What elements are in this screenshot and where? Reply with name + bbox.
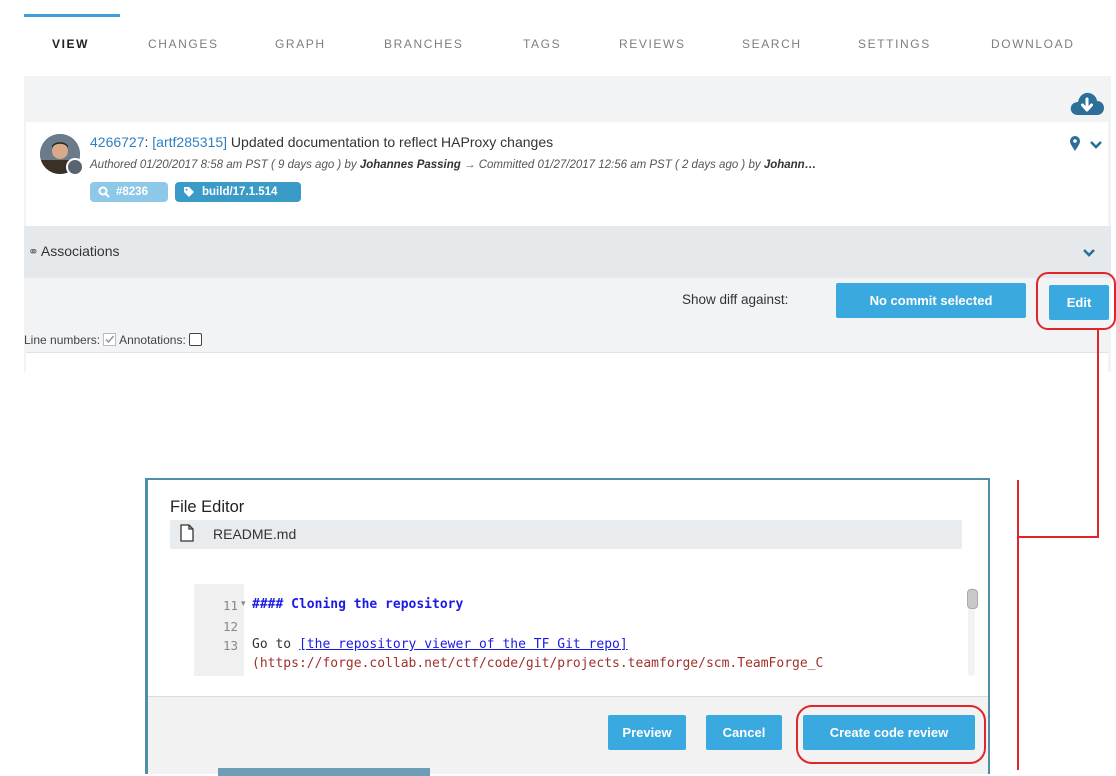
cancel-button[interactable]: Cancel (706, 715, 782, 750)
cloud-download-icon[interactable] (1069, 90, 1105, 116)
commit-card: 4266727: [artf285315] Updated documentat… (26, 122, 1108, 226)
annotation-connector (1097, 328, 1099, 538)
line-number: 12 (222, 619, 238, 634)
view-options: Line numbers: Annotations: (24, 333, 203, 347)
tab-reviews[interactable]: REVIEWS (619, 37, 686, 51)
review-badge-label: #8236 (116, 186, 148, 198)
tab-download[interactable]: DOWNLOAD (991, 37, 1074, 51)
committer-avatar (66, 158, 84, 176)
commit-title: 4266727: [artf285315] Updated documentat… (90, 134, 554, 150)
tab-graph[interactable]: GRAPH (275, 37, 326, 51)
edit-highlight-ring (1036, 272, 1116, 330)
committer-name[interactable]: Johann… (764, 159, 816, 171)
code-url: (https://forge.collab.net/ctf/code/git/p… (252, 656, 824, 671)
annotation-connector (1017, 536, 1099, 538)
commit-message: Updated documentation to reflect HAProxy… (230, 134, 554, 150)
line-numbers-label: Line numbers: (24, 333, 101, 347)
associations-section[interactable]: ⚭ Associations (24, 226, 1111, 278)
file-icon (180, 524, 194, 542)
line-number: 13 (222, 638, 238, 653)
editor-scrollbar-thumb[interactable] (967, 589, 978, 609)
tab-branches[interactable]: BRANCHES (384, 37, 463, 51)
author-name[interactable]: Johannes Passing (360, 159, 461, 171)
associations-header: ⚭ Associations (28, 243, 120, 260)
committed-text: → Committed 01/27/2017 12:56 am PST ( 2 … (464, 159, 761, 171)
file-bar: README.md (170, 520, 962, 549)
create-review-highlight-ring (796, 705, 986, 764)
map-pin-icon[interactable] (1069, 136, 1081, 152)
commit-id-link[interactable]: 4266727 (90, 134, 145, 150)
tab-bar: VIEW CHANGES GRAPH BRANCHES TAGS REVIEWS… (24, 14, 1111, 76)
annotation-connector (1017, 480, 1019, 770)
code-editor[interactable]: 11 ▾ 12 13 #### Cloning the repository G… (194, 584, 980, 676)
annotations-label: Annotations: (119, 333, 186, 347)
tab-view[interactable]: VIEW (52, 37, 89, 51)
no-commit-selected-button[interactable]: No commit selected (836, 283, 1026, 318)
link-icon: ⚭ (28, 244, 39, 259)
code-line: #### Cloning the repository (252, 597, 464, 612)
tag-icon (184, 187, 194, 197)
authored-prefix: Authored (90, 159, 137, 171)
chevron-down-icon[interactable] (1082, 248, 1096, 258)
background-peek (218, 768, 430, 776)
code-line: Go to [the repository viewer of the TF G… (252, 637, 628, 652)
tag-badge-label: build/17.1.514 (202, 186, 278, 198)
line-number: 11 (222, 598, 238, 613)
file-name: README.md (213, 526, 297, 542)
chevron-down-icon[interactable] (1089, 140, 1103, 150)
modal-title: File Editor (170, 498, 245, 516)
fold-arrow-icon[interactable]: ▾ (241, 598, 246, 609)
associations-label: Associations (40, 243, 120, 259)
line-numbers-checkbox[interactable] (103, 333, 117, 346)
search-icon (98, 186, 110, 198)
tab-settings[interactable]: SETTINGS (858, 37, 931, 51)
tab-tags[interactable]: TAGS (523, 37, 561, 51)
tab-search[interactable]: SEARCH (742, 37, 802, 51)
show-diff-label: Show diff against: (682, 292, 789, 307)
tab-changes[interactable]: CHANGES (148, 37, 219, 51)
commit-meta: Authored 01/20/2017 8:58 am PST ( 9 days… (90, 159, 816, 171)
annotations-checkbox[interactable] (189, 333, 203, 346)
tag-badge[interactable]: build/17.1.514 (175, 182, 301, 202)
active-tab-indicator (24, 14, 120, 17)
code-link: [the repository viewer of the TF Git rep… (298, 637, 628, 652)
file-content-area (26, 352, 1108, 373)
artifact-link[interactable]: [artf285315] (152, 134, 227, 150)
review-badge[interactable]: #8236 (90, 182, 168, 202)
code-text: Go to (252, 637, 299, 652)
preview-button[interactable]: Preview (608, 715, 686, 750)
authored-date: 01/20/2017 8:58 am PST ( 9 days ago ) by (139, 159, 357, 171)
